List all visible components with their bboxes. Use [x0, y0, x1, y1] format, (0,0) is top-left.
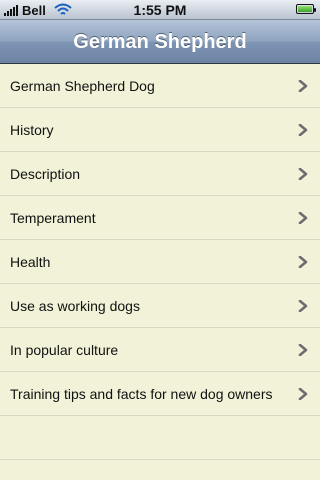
chevron-right-icon — [298, 256, 308, 268]
chevron-right-icon — [298, 124, 308, 136]
list-item[interactable]: Temperament — [0, 196, 320, 240]
empty-row — [0, 416, 320, 460]
status-time: 1:55 PM — [133, 2, 187, 18]
chevron-right-icon — [298, 300, 308, 312]
list-item[interactable]: Use as working dogs — [0, 284, 320, 328]
list-item-label: German Shepherd Dog — [10, 78, 155, 94]
battery-icon — [296, 4, 316, 14]
status-bar: Bell 1:55 PM — [0, 0, 320, 20]
navigation-bar: German Shepherd — [0, 20, 320, 64]
list-item-label: Use as working dogs — [10, 298, 140, 314]
list-item-label: Health — [10, 254, 51, 270]
page-title: German Shepherd — [73, 31, 247, 53]
chevron-right-icon — [298, 212, 308, 224]
list-item[interactable]: Description — [0, 152, 320, 196]
list-item-label: Training tips and facts for new dog owne… — [10, 386, 273, 402]
list-item[interactable]: History — [0, 108, 320, 152]
chevron-right-icon — [298, 168, 308, 180]
list-item[interactable]: In popular culture — [0, 328, 320, 372]
list-item-label: In popular culture — [10, 342, 119, 358]
topic-list: German Shepherd Dog History Description … — [0, 64, 320, 460]
list-item-label: History — [10, 122, 54, 138]
chevron-right-icon — [298, 344, 308, 356]
list-item[interactable]: Health — [0, 240, 320, 284]
chevron-right-icon — [298, 80, 308, 92]
list-item[interactable]: Training tips and facts for new dog owne… — [0, 372, 320, 416]
chevron-right-icon — [298, 388, 308, 400]
list-item-label: Description — [10, 166, 81, 182]
list-item[interactable]: German Shepherd Dog — [0, 64, 320, 108]
list-item-label: Temperament — [10, 210, 96, 226]
